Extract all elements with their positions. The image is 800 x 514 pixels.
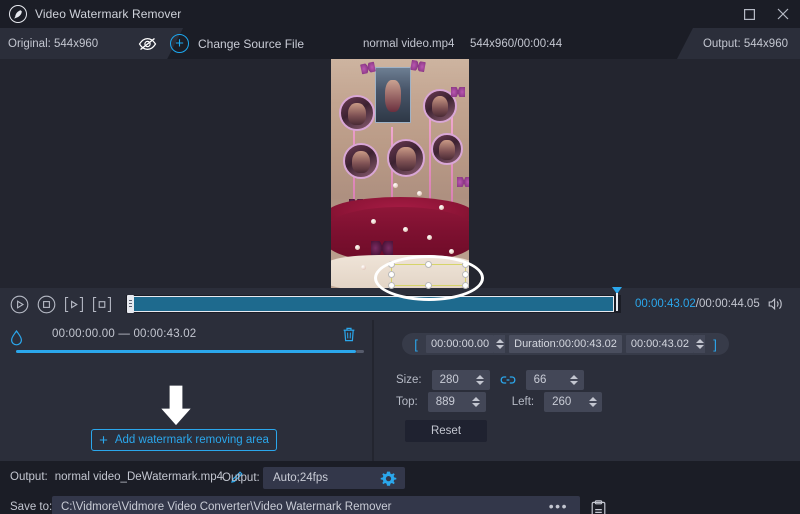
time-readout: 00:00:43.02/00:00:44.05 — [635, 298, 760, 310]
cake-topper — [387, 139, 425, 177]
trash-icon[interactable] — [342, 327, 356, 342]
reset-button[interactable]: Reset — [405, 420, 487, 442]
size-height-input[interactable]: 66 — [526, 370, 584, 390]
resize-handle-bottom-center[interactable] — [425, 282, 432, 289]
size-width-input[interactable]: 280 — [432, 370, 490, 390]
cake-topper — [343, 143, 379, 179]
transport-bar: 00:00:43.02/00:00:44.05 — [0, 288, 800, 320]
top-label: Top: — [396, 396, 418, 408]
close-icon[interactable] — [766, 0, 800, 28]
app-window: Video Watermark Remover Original: 544x96… — [0, 0, 800, 514]
top-input[interactable]: 889 — [428, 392, 486, 412]
size-label: Size: — [396, 374, 422, 386]
source-file-name: normal video.mp4 — [363, 28, 454, 59]
left-label: Left: — [512, 396, 534, 408]
output-filename: normal video_DeWatermark.mp4 — [55, 471, 223, 483]
original-info-tab: Original: 544x960 — [0, 28, 183, 59]
left-input[interactable]: 260 — [544, 392, 602, 412]
timeline-trim-handle-left[interactable] — [127, 295, 134, 313]
watermark-duration-bar — [16, 350, 356, 353]
total-time-label: /00:00:44.05 — [696, 298, 760, 310]
end-time-input[interactable]: 00:00:43.02 — [626, 335, 694, 353]
output-info-tab: Output: 544x960 — [677, 28, 800, 59]
resize-handle-bottom-right[interactable] — [462, 282, 469, 289]
timeline-selection[interactable] — [129, 296, 614, 312]
original-resolution-label: Original: 544x960 — [8, 38, 98, 50]
stop-circle-icon[interactable] — [37, 295, 56, 314]
watermark-duration-bar-tail — [356, 350, 364, 353]
arrow-down-icon — [156, 384, 196, 428]
size-height-value: 66 — [534, 374, 568, 386]
save-to-label: Save to: — [10, 501, 52, 513]
resize-handle-top-center[interactable] — [425, 261, 432, 268]
watermark-time-range: 00:00:00.00 — 00:00:43.02 — [52, 328, 196, 340]
output-filename-row: Output: normal video_DeWatermark.mp4 — [10, 470, 244, 484]
folder-icon[interactable] — [590, 500, 607, 514]
output-format-label: Output: — [222, 472, 260, 484]
watermark-properties-panel: [ 00:00:00.00 Duration:00:00:43.02 00:00… — [374, 320, 800, 461]
size-row: Size: 280 66 — [396, 370, 584, 390]
add-watermark-removing-area-button[interactable]: + Add watermark removing area — [91, 429, 277, 451]
cake-topper — [339, 95, 375, 131]
save-path-value: C:\Vidmore\Vidmore Video Converter\Video… — [61, 501, 391, 513]
source-file-info: 544x960/00:00:44 — [470, 28, 562, 59]
end-time-stepper[interactable] — [694, 335, 705, 353]
butterfly-decoration — [371, 241, 393, 255]
browse-button[interactable]: ••• — [549, 498, 568, 514]
resize-handle-middle-left[interactable] — [388, 271, 395, 278]
window-controls — [732, 0, 800, 28]
change-source-file-button[interactable]: + Change Source File — [170, 28, 304, 59]
watermark-list-item[interactable]: 00:00:00.00 — 00:00:43.02 — [0, 320, 372, 356]
start-time-stepper[interactable] — [494, 335, 505, 353]
maximize-icon[interactable] — [732, 0, 766, 28]
butterfly-decoration — [457, 177, 469, 187]
change-source-file-label: Change Source File — [198, 37, 304, 51]
start-time-input[interactable]: 00:00:00.00 — [426, 335, 494, 353]
cake-topper — [431, 133, 463, 165]
plus-circle-icon: + — [170, 34, 189, 53]
watermark-selection-box[interactable] — [391, 264, 466, 286]
add-watermark-area-label: Add watermark removing area — [115, 434, 269, 446]
bottom-bar: Output: normal video_DeWatermark.mp4 Out… — [0, 461, 800, 514]
bracket-close-icon[interactable]: ] — [705, 337, 725, 352]
resize-handle-bottom-left[interactable] — [388, 282, 395, 289]
app-logo-icon — [9, 5, 27, 23]
left-value: 260 — [552, 396, 586, 408]
plus-icon: + — [99, 433, 108, 448]
bracket-play-icon[interactable] — [64, 296, 84, 313]
window-title: Video Watermark Remover — [35, 7, 181, 21]
output-format-value: Auto;24fps — [273, 472, 328, 484]
output-format-select[interactable]: Auto;24fps — [263, 467, 405, 489]
video-frame — [331, 59, 469, 288]
cake-photo-poster — [375, 67, 411, 123]
transport-buttons — [0, 295, 112, 314]
duration-label: Duration:00:00:43.02 — [509, 335, 622, 353]
gear-icon[interactable] — [380, 470, 397, 490]
position-row: Top: 889 Left: 260 — [396, 392, 602, 412]
source-bar: Original: 544x960 + Change Source File n… — [0, 28, 800, 59]
save-path-input[interactable]: C:\Vidmore\Vidmore Video Converter\Video… — [52, 496, 580, 514]
bracket-stop-icon[interactable] — [92, 296, 112, 313]
eye-off-icon[interactable] — [138, 37, 157, 51]
bracket-open-icon[interactable]: [ — [406, 337, 426, 352]
resize-handle-middle-right[interactable] — [462, 271, 469, 278]
video-preview-area — [0, 59, 800, 288]
link-icon[interactable] — [500, 375, 516, 385]
time-range-controls: [ 00:00:00.00 Duration:00:00:43.02 00:00… — [402, 333, 729, 355]
output-resolution-label: Output: 544x960 — [703, 38, 788, 50]
current-time-label: 00:00:43.02 — [635, 298, 696, 310]
output-label: Output: — [10, 471, 48, 483]
size-width-value: 280 — [440, 374, 474, 386]
title-bar: Video Watermark Remover — [0, 0, 800, 28]
resize-handle-top-left[interactable] — [388, 261, 395, 268]
timeline-track[interactable] — [126, 295, 621, 313]
butterfly-decoration — [451, 87, 465, 97]
play-circle-icon[interactable] — [10, 295, 29, 314]
top-value: 889 — [436, 396, 470, 408]
volume-icon[interactable] — [768, 297, 784, 311]
resize-handle-top-right[interactable] — [462, 261, 469, 268]
water-drop-icon — [8, 329, 24, 347]
